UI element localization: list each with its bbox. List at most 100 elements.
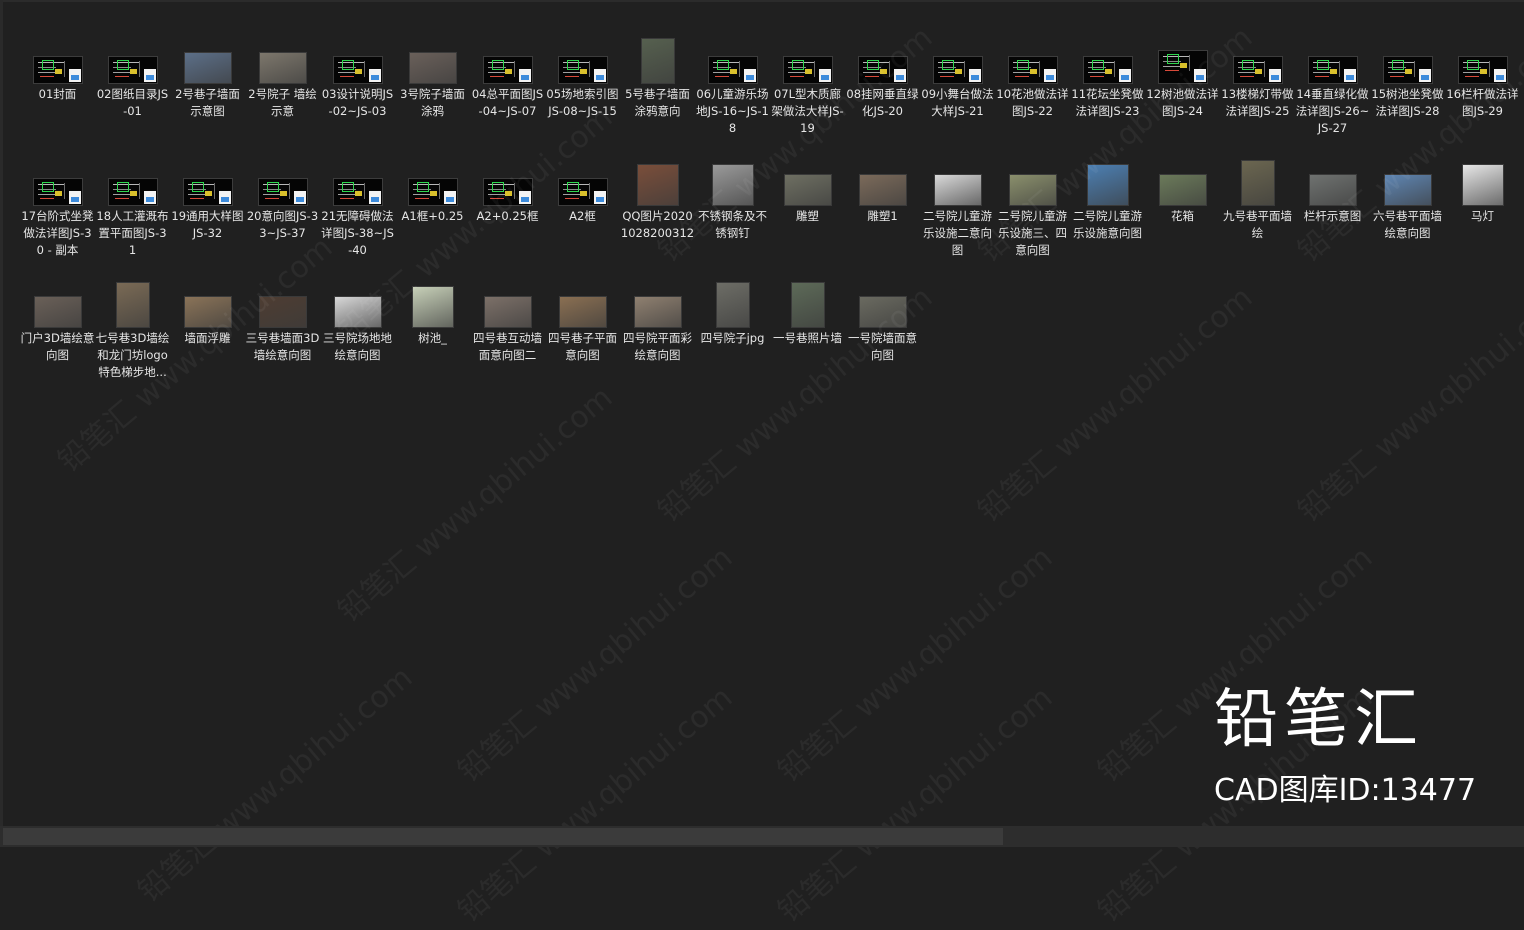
file-item[interactable]: 14垂直绿化做法详图JS-26~JS-27 bbox=[1295, 30, 1370, 152]
file-item[interactable]: 11花坛坐凳做法详图JS-23 bbox=[1070, 30, 1145, 152]
file-item[interactable]: 04总平面图JS-04~JS-07 bbox=[470, 30, 545, 152]
file-name: 四号院平面彩绘意向图 bbox=[623, 331, 692, 362]
file-thumbnail-area bbox=[845, 274, 920, 328]
file-item[interactable]: 12树池做法详图JS-24 bbox=[1145, 30, 1220, 152]
file-name: 15树池坐凳做法详图JS-28 bbox=[1371, 87, 1444, 118]
file-item[interactable]: 05场地索引图JS-08~JS-15 bbox=[545, 30, 620, 152]
file-name: 四号巷子平面意向图 bbox=[548, 331, 617, 362]
dwg-file-icon bbox=[1382, 56, 1433, 84]
image-thumbnail-icon bbox=[1461, 164, 1504, 206]
file-item[interactable]: 5号巷子墙面涂鸦意向 bbox=[620, 30, 695, 152]
file-item[interactable]: 栏杆示意图 bbox=[1295, 152, 1370, 274]
file-item[interactable]: 一号巷照片墙 bbox=[770, 274, 845, 396]
file-item[interactable]: 2号巷子墙面示意图 bbox=[170, 30, 245, 152]
file-item[interactable]: 二号院儿童游乐设施二意向图 bbox=[920, 152, 995, 274]
file-item[interactable]: 15树池坐凳做法详图JS-28 bbox=[1370, 30, 1445, 152]
file-item[interactable]: 三号巷墙面3D墙绘意向图 bbox=[245, 274, 320, 396]
file-item[interactable]: A1框+0.25 bbox=[395, 152, 470, 274]
file-item[interactable]: 门户3D墙绘意向图 bbox=[20, 274, 95, 396]
image-thumbnail-icon bbox=[783, 174, 832, 206]
file-name: 六号巷平面墙绘意向图 bbox=[1373, 209, 1442, 240]
file-thumbnail-area bbox=[95, 30, 170, 84]
dwg-file-icon bbox=[707, 56, 758, 84]
file-thumbnail-area bbox=[95, 274, 170, 328]
file-item[interactable]: 墙面浮雕 bbox=[170, 274, 245, 396]
file-item[interactable]: 四号巷互动墙面意向图二 bbox=[470, 274, 545, 396]
file-item[interactable]: 17台阶式坐凳做法详图JS-30 - 副本 bbox=[20, 152, 95, 274]
file-item[interactable]: 3号院子墙面涂鸦 bbox=[395, 30, 470, 152]
file-name: 13楼梯灯带做法详图JS-25 bbox=[1221, 87, 1294, 118]
dwg-file-icon bbox=[1307, 56, 1358, 84]
file-item[interactable]: 03设计说明JS-02~JS-03 bbox=[320, 30, 395, 152]
file-name: 19通用大样图JS-32 bbox=[171, 209, 244, 240]
file-item[interactable]: 四号院子jpg bbox=[695, 274, 770, 396]
file-item[interactable]: 三号院场地地绘意向图 bbox=[320, 274, 395, 396]
file-thumbnail-area bbox=[620, 30, 695, 84]
file-item[interactable]: 不锈钢条及不锈钢钉 bbox=[695, 152, 770, 274]
file-thumbnail-area bbox=[470, 30, 545, 84]
file-item[interactable]: 2号院子 墙绘示意 bbox=[245, 30, 320, 152]
file-name: QQ图片20201028200312 bbox=[620, 209, 695, 240]
file-name: 九号巷平面墙绘 bbox=[1223, 209, 1292, 240]
image-thumbnail-icon bbox=[858, 296, 907, 328]
image-thumbnail-icon bbox=[183, 52, 232, 84]
image-thumbnail-icon bbox=[258, 52, 307, 84]
file-item[interactable]: A2+0.25框 bbox=[470, 152, 545, 274]
watermark-text: 铅笔汇 www.qbihui.com bbox=[131, 659, 420, 910]
file-item[interactable]: 四号巷子平面意向图 bbox=[545, 274, 620, 396]
dwg-file-icon bbox=[1082, 56, 1133, 84]
file-thumbnail-area bbox=[695, 30, 770, 84]
file-thumbnail-area bbox=[845, 30, 920, 84]
file-item[interactable]: 花箱 bbox=[1145, 152, 1220, 274]
file-thumbnail-area bbox=[20, 152, 95, 206]
file-item[interactable]: 06儿童游乐场地JS-16~JS-18 bbox=[695, 30, 770, 152]
dwg-file-icon bbox=[407, 178, 458, 206]
watermark-text: 铅笔汇 www.qbihui.com bbox=[331, 379, 620, 630]
file-name: 09小舞台做法大样JS-21 bbox=[921, 87, 994, 118]
dwg-file-icon bbox=[107, 178, 158, 206]
file-item[interactable]: 01封面 bbox=[20, 30, 95, 152]
file-item[interactable]: 二号院儿童游乐设施意向图 bbox=[1070, 152, 1145, 274]
file-item[interactable]: 四号院平面彩绘意向图 bbox=[620, 274, 695, 396]
file-item[interactable]: 18人工灌溉布置平面图JS-31 bbox=[95, 152, 170, 274]
file-item[interactable]: 13楼梯灯带做法详图JS-25 bbox=[1220, 30, 1295, 152]
file-item[interactable]: 一号院墙面意向图 bbox=[845, 274, 920, 396]
file-grid: 01封面 02图纸目录JS-01 2号巷子墙面示意图 2号院子 墙绘示意 03设计说明J… bbox=[20, 30, 1520, 396]
file-thumbnail-area bbox=[1370, 30, 1445, 84]
file-name: 3号院子墙面涂鸦 bbox=[400, 87, 465, 118]
image-thumbnail-icon bbox=[1308, 174, 1357, 206]
file-item[interactable]: 九号巷平面墙绘 bbox=[1220, 152, 1295, 274]
file-item[interactable]: 02图纸目录JS-01 bbox=[95, 30, 170, 152]
file-item[interactable]: 20意向图JS-33~JS-37 bbox=[245, 152, 320, 274]
file-thumbnail-area bbox=[1370, 152, 1445, 206]
file-item[interactable]: 七号巷3D墙绘和龙门坊logo特色梯步地... bbox=[95, 274, 170, 396]
file-item[interactable]: 08挂网垂直绿化JS-20 bbox=[845, 30, 920, 152]
file-item[interactable]: 16栏杆做法详图JS-29 bbox=[1445, 30, 1520, 152]
image-thumbnail-icon bbox=[1158, 174, 1207, 206]
horizontal-scrollbar[interactable] bbox=[3, 828, 1003, 845]
file-thumbnail-area bbox=[1070, 30, 1145, 84]
file-name: 04总平面图JS-04~JS-07 bbox=[471, 87, 544, 118]
file-thumbnail-area bbox=[995, 30, 1070, 84]
file-name: 14垂直绿化做法详图JS-26~JS-27 bbox=[1295, 87, 1370, 135]
file-thumbnail-area bbox=[695, 152, 770, 206]
file-item[interactable]: 雕塑1 bbox=[845, 152, 920, 274]
file-item[interactable]: 09小舞台做法大样JS-21 bbox=[920, 30, 995, 152]
file-item[interactable]: 19通用大样图JS-32 bbox=[170, 152, 245, 274]
image-thumbnail-icon bbox=[715, 282, 750, 328]
file-thumbnail-area bbox=[20, 30, 95, 84]
image-thumbnail-icon bbox=[1008, 174, 1057, 206]
file-item[interactable]: QQ图片20201028200312 bbox=[620, 152, 695, 274]
file-item[interactable]: 雕塑 bbox=[770, 152, 845, 274]
file-item[interactable]: 07L型木质廊架做法大样JS-19 bbox=[770, 30, 845, 152]
file-item[interactable]: 树池_ bbox=[395, 274, 470, 396]
file-name: A2+0.25框 bbox=[476, 209, 539, 223]
file-item[interactable]: A2框 bbox=[545, 152, 620, 274]
file-item[interactable]: 10花池做法详图JS-22 bbox=[995, 30, 1070, 152]
file-thumbnail-area bbox=[320, 152, 395, 206]
file-item[interactable]: 21无障碍做法详图JS-38~JS-40 bbox=[320, 152, 395, 274]
file-item[interactable]: 二号院儿童游乐设施三、四意向图 bbox=[995, 152, 1070, 274]
file-name: 5号巷子墙面涂鸦意向 bbox=[625, 87, 690, 118]
file-item[interactable]: 马灯 bbox=[1445, 152, 1520, 274]
file-item[interactable]: 六号巷平面墙绘意向图 bbox=[1370, 152, 1445, 274]
